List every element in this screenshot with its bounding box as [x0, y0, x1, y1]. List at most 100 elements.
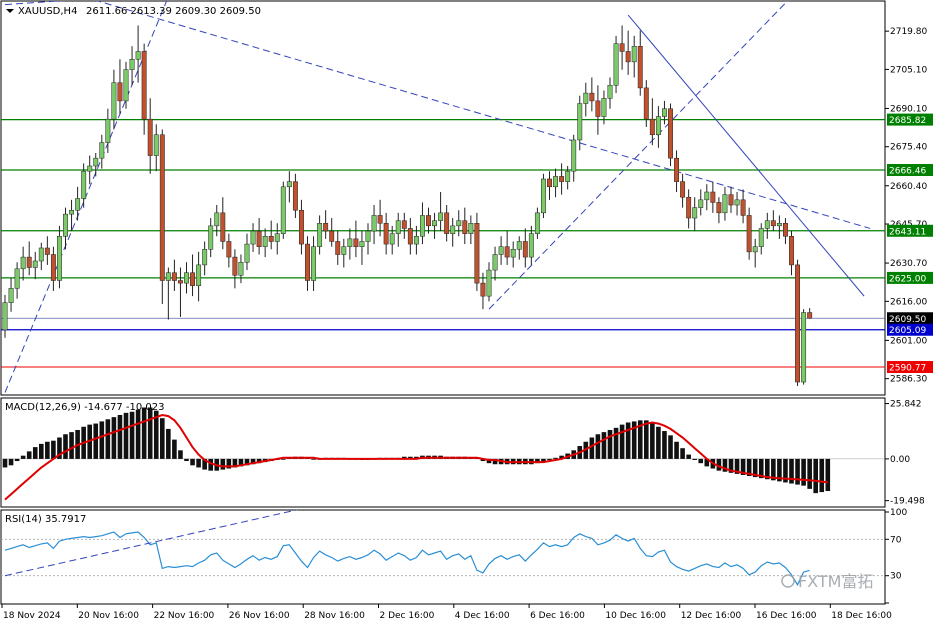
candle-body [668, 108, 673, 159]
candle-body [232, 256, 238, 276]
candle-body [117, 82, 123, 102]
level-label-2666.46: 2666.46 [889, 166, 926, 176]
candle-body [728, 194, 734, 206]
candle-body [111, 82, 117, 120]
symbol-label[interactable]: XAUUSD,H4 [18, 6, 77, 17]
macd-title: MACD(12,26,9) -14.677 -10.023 [5, 402, 165, 413]
candle-body [764, 220, 770, 229]
candle-body [141, 51, 147, 120]
macd-tick-label: -19.498 [890, 497, 925, 507]
candle-body [220, 212, 226, 242]
macd-bar [795, 458, 800, 485]
macd-bar [166, 428, 171, 459]
candle-body [371, 215, 377, 232]
macd-bar [178, 450, 183, 459]
candle-body [165, 272, 171, 281]
candle-body [44, 247, 50, 255]
candle-body [214, 212, 220, 227]
macd-tick-label: 0.00 [890, 455, 910, 465]
candle-body [383, 222, 389, 245]
macd-bar [160, 418, 165, 459]
level-label-2685.82: 2685.82 [889, 116, 926, 126]
macd-bar [111, 417, 117, 459]
candle-body [662, 108, 667, 117]
macd-bar [692, 458, 697, 460]
chart-canvas: 2719.802705.102690.102675.402660.402645.… [0, 0, 936, 624]
chart-root: 2719.802705.102690.102675.402660.402645.… [0, 0, 936, 624]
candle-body [407, 228, 413, 245]
candle-body [50, 254, 56, 281]
macd-bar [644, 420, 649, 459]
macd-bar [123, 412, 129, 459]
price-tick-label: 2660.40 [890, 182, 927, 192]
macd-bar [595, 434, 601, 459]
candle-body [643, 87, 649, 120]
candle-body [311, 246, 317, 281]
candle-body [38, 247, 44, 262]
candle-body [317, 222, 323, 247]
candle-body [292, 181, 298, 211]
candle-body [365, 230, 371, 242]
candle-body [734, 199, 740, 206]
candle-body [26, 256, 32, 268]
candle-body [674, 157, 679, 182]
macd-bar [680, 448, 685, 459]
candle-body [244, 243, 250, 263]
candle-body [698, 199, 704, 208]
price-tick-label: 2719.80 [890, 27, 927, 37]
candle-body [504, 246, 510, 258]
macd-bar [2, 458, 8, 468]
candle-body [510, 249, 516, 258]
macd-bar [8, 458, 14, 466]
candle-body [159, 134, 165, 281]
candle-body [274, 233, 280, 242]
time-tick-label: 18 Dec 16:00 [831, 611, 892, 621]
candle-body [480, 282, 486, 297]
candle-body [196, 264, 202, 286]
candle-body [710, 191, 716, 203]
time-tick-label: 22 Nov 16:00 [154, 611, 215, 621]
candle-body [783, 222, 788, 237]
candle-body [692, 207, 698, 219]
macd-bar [619, 424, 625, 459]
candle-body [69, 209, 74, 215]
price-tick-label: 2690.10 [890, 104, 927, 114]
candle-body [444, 212, 450, 234]
macd-bar [20, 455, 26, 459]
candle-body [522, 241, 528, 258]
candle-body [722, 194, 728, 214]
macd-bar [825, 458, 831, 492]
macd-bar [807, 458, 812, 489]
candle-body [613, 43, 619, 86]
rsi-tick-label: 70 [890, 535, 902, 545]
candle-body [250, 230, 256, 245]
macd-bar [51, 440, 56, 459]
candle-body [559, 176, 565, 182]
watermark-text: FXTM富拓 [798, 572, 873, 591]
time-tick-label: 4 Dec 16:00 [455, 611, 510, 621]
candle-body [129, 59, 135, 70]
candle-body [178, 280, 183, 284]
price-tick-label: 2705.10 [890, 65, 927, 75]
candle-body [135, 51, 141, 60]
candle-body [105, 118, 111, 143]
candle-body [190, 272, 196, 286]
candle-body [450, 225, 456, 234]
candle-body [8, 288, 14, 303]
macd-bar [135, 409, 141, 459]
candle-body [202, 249, 208, 266]
candle-body [299, 209, 304, 245]
candle-body [286, 181, 292, 188]
candle-body [655, 116, 661, 135]
level-label-2590.77: 2590.77 [889, 364, 926, 374]
candle-body [516, 241, 522, 250]
candle-body [795, 264, 800, 383]
candle-body [456, 220, 462, 227]
price-tick-label: 2630.70 [890, 259, 927, 269]
candle-body [268, 236, 274, 242]
candle-body [534, 212, 540, 234]
candle-body [87, 165, 93, 172]
candle-body [758, 228, 764, 247]
macd-bar [172, 439, 177, 459]
candle-body [2, 302, 8, 331]
